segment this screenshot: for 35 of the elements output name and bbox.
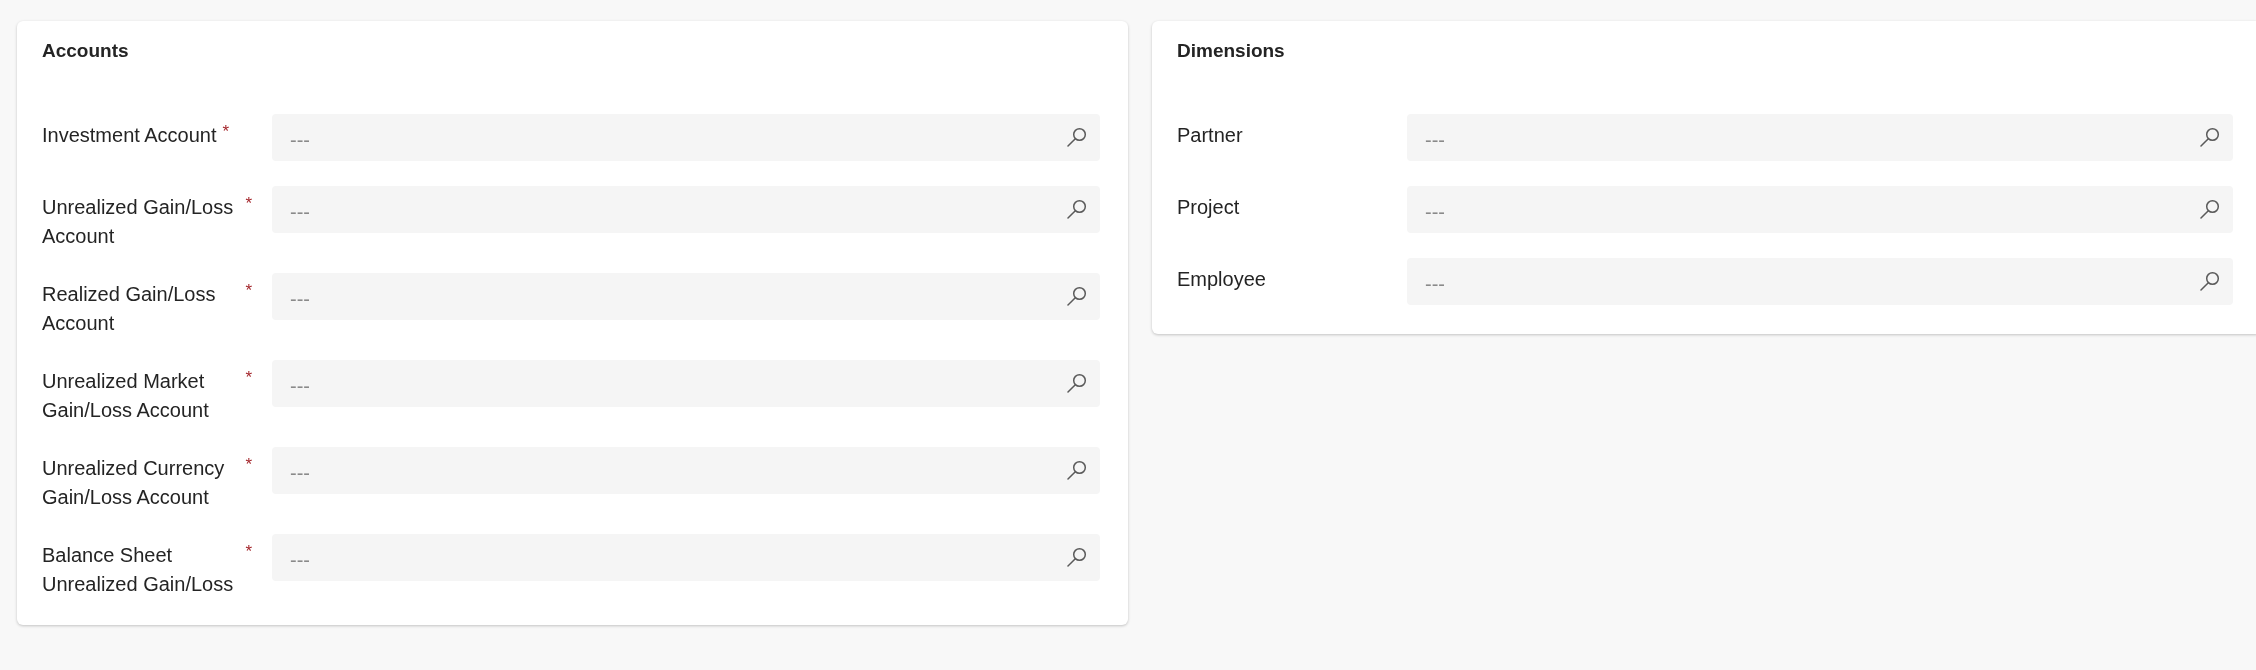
- search-icon[interactable]: [1067, 127, 1087, 147]
- field-label: Unrealized Currency Gain/Loss Account: [42, 456, 226, 510]
- search-icon[interactable]: [1067, 547, 1087, 567]
- field-label: Unrealized Gain/Loss Account: [42, 195, 235, 249]
- required-asterisk: *: [245, 454, 252, 476]
- field-label: Unrealized Market Gain/Loss Account: [42, 369, 210, 423]
- lookup-field[interactable]: ---: [272, 360, 1100, 407]
- field-label: Employee: [1177, 267, 1266, 292]
- section-title: Dimensions: [1177, 39, 1286, 63]
- field-label: Partner: [1177, 123, 1243, 148]
- lookup-field[interactable]: ---: [1407, 186, 2233, 233]
- lookup-field[interactable]: ---: [1407, 258, 2233, 305]
- search-icon[interactable]: [2200, 271, 2220, 291]
- search-icon[interactable]: [2200, 199, 2220, 219]
- field-label: Realized Gain/Loss Account: [42, 282, 217, 336]
- search-icon[interactable]: [1067, 460, 1087, 480]
- required-asterisk: *: [245, 541, 252, 563]
- required-asterisk: *: [245, 280, 252, 302]
- lookup-field[interactable]: ---: [272, 447, 1100, 494]
- section-title: Accounts: [42, 39, 130, 63]
- lookup-field[interactable]: ---: [1407, 114, 2233, 161]
- lookup-field[interactable]: ---: [272, 186, 1100, 233]
- required-asterisk: *: [245, 193, 252, 215]
- field-label: Balance Sheet Unrealized Gain/Loss: [42, 543, 235, 597]
- search-icon[interactable]: [1067, 199, 1087, 219]
- search-icon[interactable]: [1067, 373, 1087, 393]
- field-label: Project: [1177, 195, 1240, 220]
- lookup-field[interactable]: ---: [272, 273, 1100, 320]
- search-icon[interactable]: [1067, 286, 1087, 306]
- required-asterisk: *: [222, 121, 230, 143]
- lookup-field[interactable]: ---: [272, 534, 1100, 581]
- search-icon[interactable]: [2200, 127, 2220, 147]
- required-asterisk: *: [245, 367, 252, 389]
- lookup-field[interactable]: ---: [272, 114, 1100, 161]
- field-label: Investment Account: [42, 123, 217, 148]
